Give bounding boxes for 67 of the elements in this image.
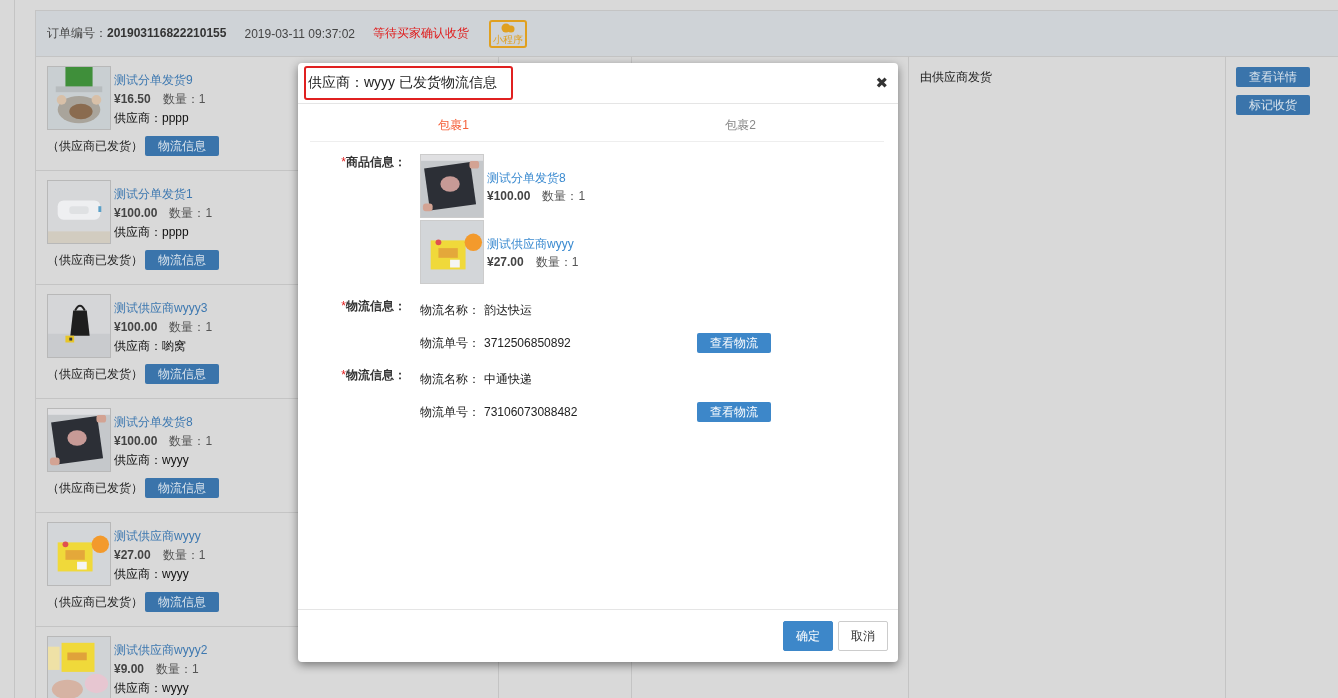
- shipped-note: （供应商已发货）: [47, 365, 143, 383]
- product-title-link[interactable]: 测试供应商wyyy: [487, 233, 579, 254]
- supplier-text: 供应商：wyyy: [114, 566, 190, 583]
- product-title-link[interactable]: 测试分单发货8: [487, 167, 586, 188]
- package-tab[interactable]: 包裹2: [597, 111, 884, 134]
- package-tab[interactable]: 包裹1: [310, 111, 597, 134]
- courier-name: 韵达快运: [484, 302, 533, 319]
- tracking-number: 3712506850892: [484, 336, 572, 350]
- field-label: 物流名称：: [420, 371, 481, 388]
- logistics-button[interactable]: 物流信息: [145, 478, 219, 498]
- track-button[interactable]: 查看物流: [697, 333, 771, 353]
- confirm-button[interactable]: 确定: [783, 621, 833, 651]
- quantity-text: 数量：1: [156, 662, 199, 676]
- supplier-text: 供应商：pppp: [114, 224, 190, 241]
- product-title-link[interactable]: 测试分单发货9: [114, 70, 206, 90]
- shipped-note: （供应商已发货）: [47, 593, 143, 611]
- badge-label: 小程序: [493, 33, 523, 45]
- product-title-link[interactable]: 测试供应商wyyy3: [114, 298, 213, 318]
- supplier-text: 供应商：wyyy: [114, 452, 190, 469]
- price-text: ¥100.00: [114, 320, 158, 334]
- supplier-text: 供应商：pppp: [114, 110, 190, 127]
- price-text: ¥27.00: [114, 548, 151, 562]
- tracking-number: 73106073088482: [484, 405, 579, 419]
- supplier-text: 供应商：喲窝: [114, 338, 187, 355]
- quantity-text: 数量：1: [162, 548, 206, 562]
- price-text: ¥100.00: [487, 188, 531, 203]
- courier-name: 中通快递: [484, 371, 533, 388]
- action-button[interactable]: 标记收货: [1236, 95, 1310, 115]
- price-text: ¥9.00: [114, 662, 145, 676]
- dialog-title: 供应商：wyyy 已发货物流信息: [304, 66, 513, 100]
- shipped-note: （供应商已发货）: [47, 251, 143, 269]
- order-number: 订单编号：201903116822210155: [47, 25, 227, 42]
- price-text: ¥100.00: [114, 434, 158, 448]
- field-label: 物流单号：: [420, 334, 481, 352]
- field-label: *物流信息：: [340, 298, 407, 315]
- field-label: 物流单号：: [420, 403, 481, 421]
- field-label: *物流信息：: [340, 367, 407, 384]
- quantity-text: 数量：1: [162, 92, 206, 106]
- order-time: 2019-03-11 09:37:02: [244, 26, 355, 41]
- field-label: 物流名称：: [420, 302, 481, 319]
- quantity-text: 数量：1: [169, 320, 213, 334]
- quantity-text: 数量：1: [542, 188, 586, 203]
- product-title-link[interactable]: 测试分单发货1: [114, 184, 213, 204]
- price-text: ¥16.50: [114, 92, 151, 106]
- product-title-link[interactable]: 测试分单发货8: [114, 412, 213, 432]
- logistics-button[interactable]: 物流信息: [145, 364, 219, 384]
- order-status: 等待买家确认收货: [373, 25, 469, 42]
- close-icon[interactable]: ✖: [875, 74, 888, 92]
- shipped-note: （供应商已发货）: [47, 479, 143, 497]
- logistics-button[interactable]: 物流信息: [145, 250, 219, 270]
- shipped-note: （供应商已发货）: [47, 137, 143, 155]
- quantity-text: 数量：1: [535, 254, 579, 269]
- supplier-text: 供应商：wyyy: [114, 680, 190, 697]
- shipping-note: 由供应商发货: [919, 69, 993, 86]
- price-text: ¥100.00: [114, 206, 158, 220]
- price-text: ¥27.00: [487, 254, 524, 269]
- cancel-button[interactable]: 取消: [838, 621, 888, 651]
- quantity-text: 数量：1: [169, 206, 213, 220]
- action-button[interactable]: 查看详情: [1236, 67, 1310, 87]
- track-button[interactable]: 查看物流: [697, 402, 771, 422]
- logistics-button[interactable]: 物流信息: [145, 592, 219, 612]
- chat-bubbles-icon: [501, 22, 515, 33]
- product-title-link[interactable]: 测试供应商wyyy: [114, 526, 206, 546]
- quantity-text: 数量：1: [169, 434, 213, 448]
- field-label: *商品信息：: [340, 154, 407, 171]
- product-title-link[interactable]: 测试供应商wyyy2: [114, 640, 208, 660]
- logistics-button[interactable]: 物流信息: [145, 136, 219, 156]
